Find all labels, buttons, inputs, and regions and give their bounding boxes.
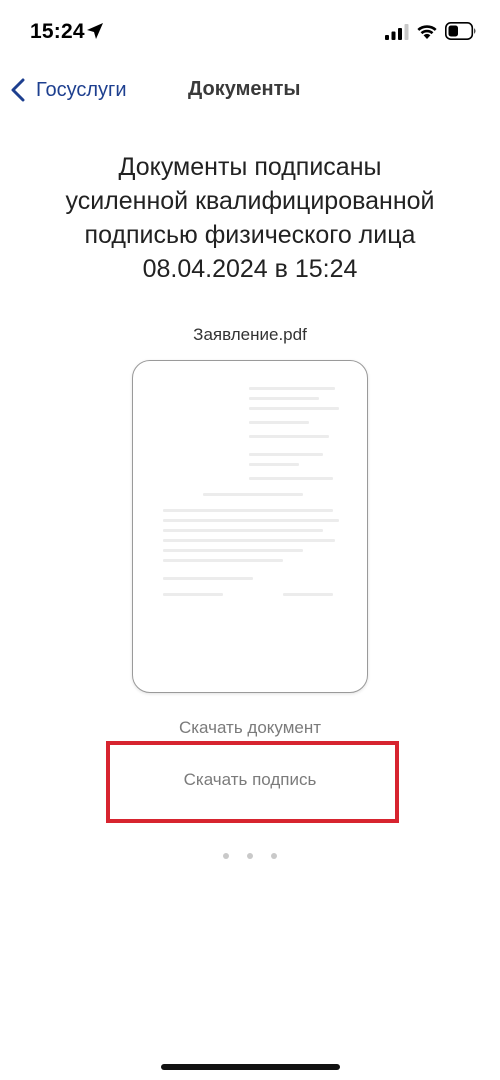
preview-line <box>249 407 339 410</box>
preview-line <box>163 519 339 522</box>
back-button-label: Госуслуги <box>36 78 127 101</box>
page-dot <box>223 853 229 859</box>
page-title: Документы <box>188 78 301 100</box>
page-indicator <box>0 853 500 859</box>
signed-date-line: 08.04.2024 в 15:24 <box>142 255 358 283</box>
heading-line: Документы подписаны <box>118 153 382 181</box>
preview-line <box>163 577 253 580</box>
preview-line <box>163 509 333 512</box>
battery-icon <box>445 22 476 40</box>
preview-line <box>283 593 333 596</box>
chevron-left-icon <box>11 78 25 102</box>
download-signature-button[interactable]: Скачать подпись <box>0 770 500 790</box>
location-arrow-icon <box>87 23 103 39</box>
file-name: Заявление.pdf <box>193 325 307 344</box>
signature-status-heading: Документы подписаны усиленной квалифицир… <box>20 150 480 286</box>
cellular-signal-icon <box>385 24 409 40</box>
back-button[interactable]: Госуслуги <box>10 75 127 105</box>
page-dot <box>247 853 253 859</box>
preview-line <box>249 453 323 456</box>
screen: 15:24 Госуслуги Документы Документы подп… <box>0 0 500 1080</box>
page-dot <box>271 853 277 859</box>
heading-line: подписью физического лица <box>84 221 416 249</box>
preview-line <box>163 539 335 542</box>
preview-line <box>249 477 333 480</box>
status-time: 15:24 <box>30 20 85 43</box>
preview-line <box>163 549 303 552</box>
preview-line <box>249 387 335 390</box>
preview-line <box>163 593 223 596</box>
preview-line <box>249 463 299 466</box>
preview-line <box>203 493 303 496</box>
preview-line <box>249 397 319 400</box>
wifi-icon <box>417 25 437 39</box>
navigation-bar: Госуслуги Документы <box>0 64 500 116</box>
document-preview[interactable] <box>132 360 368 693</box>
preview-line <box>163 559 283 562</box>
status-bar: 15:24 <box>0 0 500 64</box>
heading-line: усиленной квалифицированной <box>65 187 435 215</box>
preview-line <box>163 529 323 532</box>
preview-line <box>249 435 329 438</box>
download-document-button[interactable]: Скачать документ <box>0 718 500 738</box>
home-indicator[interactable] <box>161 1064 340 1070</box>
preview-line <box>249 421 309 424</box>
